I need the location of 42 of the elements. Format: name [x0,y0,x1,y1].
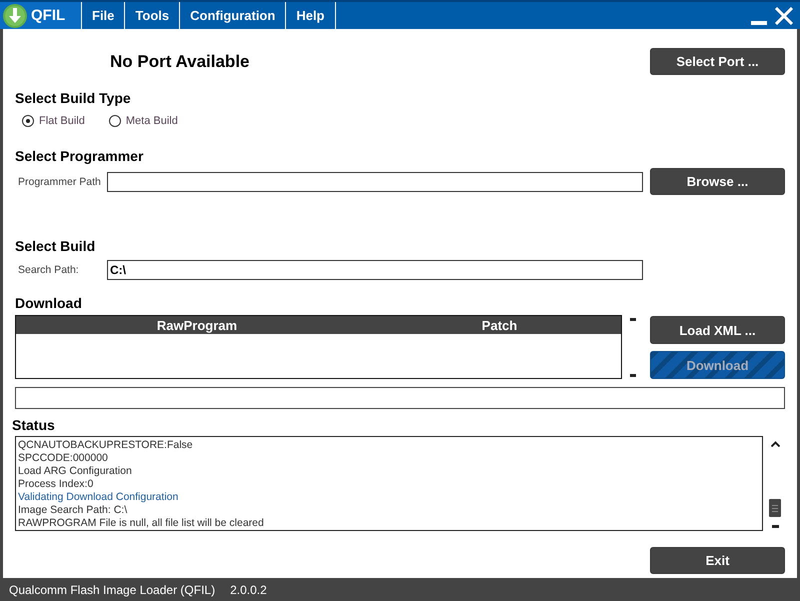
radio-label[interactable]: Flat Build [39,115,85,127]
search-path-field[interactable]: C:\ [107,260,643,280]
log-line: RAWPROGRAM File is null, all file list will be cleared [18,517,264,530]
field-label: Search Path: [17,264,80,276]
log-line: Validating Download Configuration [18,491,178,504]
column-header[interactable]: Patch [482,318,518,332]
dash-icon [630,318,636,321]
dash-icon [630,374,636,377]
log-line: Load ARG Configuration [18,465,132,478]
section-heading: Status [12,417,55,433]
log-line: SPCCODE:000000 [18,452,108,465]
dash-icon[interactable] [772,525,778,528]
download-arrow-logo-icon [3,4,27,28]
close-icon[interactable] [775,6,793,24]
log-line: Process Index:0 [18,478,94,491]
radio-button[interactable] [22,115,34,127]
programmer-path-field[interactable] [107,172,643,192]
menu-item[interactable]: Help [285,2,336,29]
radio-button[interactable] [108,115,121,127]
browse-button[interactable]: Browse ... [650,168,785,195]
port-status: No Port Available [110,52,250,72]
section-heading: Select Build [15,238,96,254]
app-title: QFIL [31,7,66,24]
scroll-thumb[interactable] [769,499,781,517]
menu-item[interactable]: Configuration [179,2,286,29]
radio-label[interactable]: Meta Build [126,115,178,127]
minimize-icon[interactable] [751,20,767,24]
select-port-button[interactable]: Select Port ... [650,48,785,75]
section-heading: Download [15,295,82,311]
chevron-up-icon[interactable] [770,441,780,447]
column-header[interactable]: RawProgram [156,318,238,332]
menu-item[interactable]: Tools [124,2,180,29]
load-xml-button[interactable]: Load XML ... [650,316,785,344]
field-label: Programmer Path [17,176,102,188]
version-number: 2.0.0.2 [230,582,267,596]
section-heading: Select Build Type [15,90,131,106]
log-line: QCNAUTOBACKUPRESTORE:False [18,439,193,452]
section-heading: Select Programmer [15,148,144,164]
menu-item[interactable]: File [81,2,124,29]
log-line: Image Search Path: C:\ [18,504,128,517]
app-name: Qualcomm Flash Image Loader (QFIL) [9,582,216,596]
exit-button[interactable]: Exit [650,547,785,574]
